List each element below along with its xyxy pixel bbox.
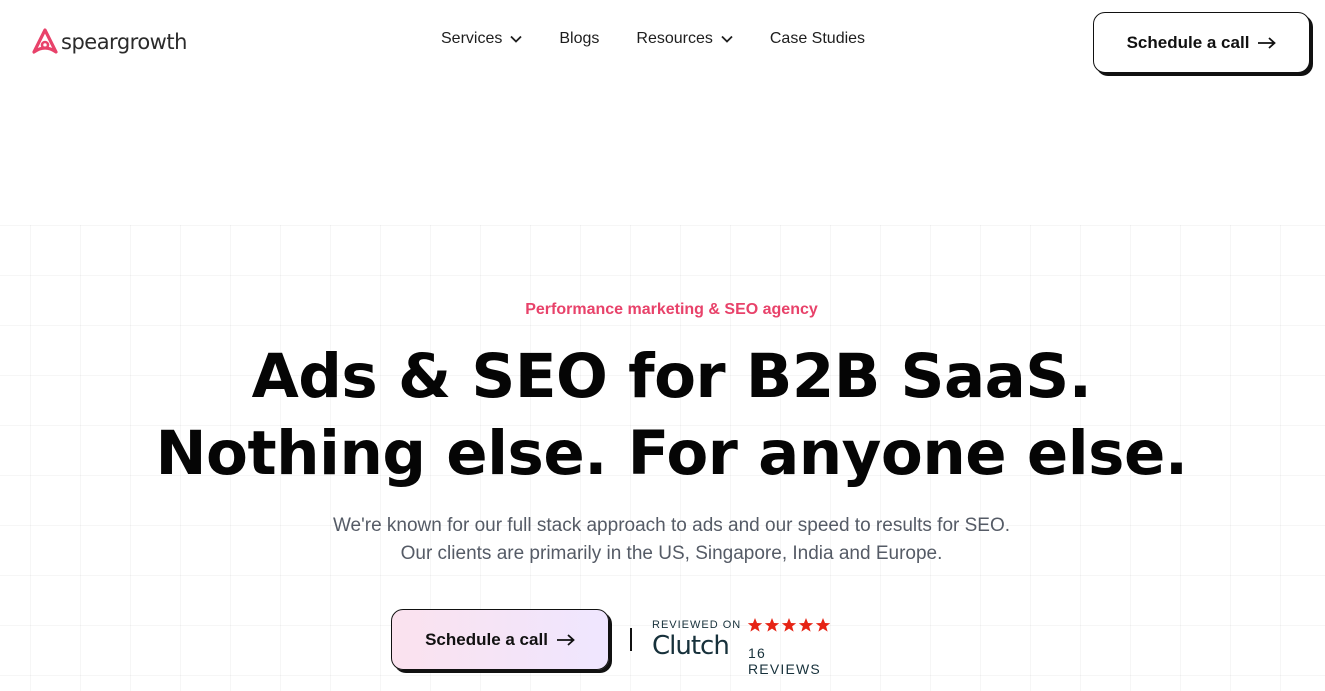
nav-item-label: Case Studies: [769, 30, 866, 47]
nav-item-blogs[interactable]: Blogs: [559, 30, 599, 48]
chevron-down-icon: [721, 35, 733, 43]
header-schedule-call-button[interactable]: Schedule a call: [1093, 12, 1310, 73]
brand-logo[interactable]: speargrowth: [32, 28, 187, 56]
nav-item-resources[interactable]: Resources: [636, 30, 733, 48]
nav-item-case-studies[interactable]: Case Studies: [770, 30, 865, 48]
chevron-down-icon: [510, 35, 522, 43]
hero-subtext-line1: We're known for our full stack approach …: [332, 515, 1011, 536]
spear-logo-icon: [32, 28, 58, 54]
button-label: Schedule a call: [425, 629, 548, 649]
rating-stars: [747, 617, 831, 633]
clutch-logo: Clutch: [652, 631, 730, 661]
hero-headline-line1: Ads & SEO for B2B SaaS.: [251, 341, 1092, 412]
clutch-brand-word: Clutch: [652, 631, 730, 661]
hero-subtext-line2: Our clients are primarily in the US, Sin…: [400, 543, 943, 564]
nav-item-label: Blogs: [559, 30, 600, 47]
button-label: Schedule a call: [1126, 32, 1250, 52]
hero-headline-line2: Nothing else. For anyone else.: [155, 418, 1188, 489]
star-icon: [781, 618, 797, 632]
star-icon: [747, 618, 763, 632]
main-nav: Services Blogs Resources Case Studies: [441, 28, 865, 50]
review-count: 16 REVIEWS: [748, 645, 821, 677]
cta-divider: [630, 628, 632, 651]
arrow-right-icon: [556, 633, 575, 646]
star-icon: [764, 618, 780, 632]
star-icon: [815, 618, 831, 632]
reviewed-on-label: REVIEWED ON: [652, 619, 742, 631]
nav-item-label: Resources: [636, 30, 713, 47]
brand-name: speargrowth: [61, 30, 187, 54]
site-header: speargrowth Services Blogs Resources Cas…: [0, 0, 1325, 90]
hero-section: Performance marketing & SEO agency Ads &…: [0, 0, 1325, 691]
clutch-review-badge[interactable]: REVIEWED ON Clutch 16 REVIEWS: [652, 617, 842, 677]
nav-item-services[interactable]: Services: [441, 30, 522, 48]
hero-eyebrow: Performance marketing & SEO agency: [525, 301, 818, 318]
nav-item-label: Services: [441, 30, 503, 47]
star-icon: [798, 618, 814, 632]
arrow-right-icon: [1258, 36, 1277, 49]
hero-schedule-call-button[interactable]: Schedule a call: [391, 609, 609, 670]
